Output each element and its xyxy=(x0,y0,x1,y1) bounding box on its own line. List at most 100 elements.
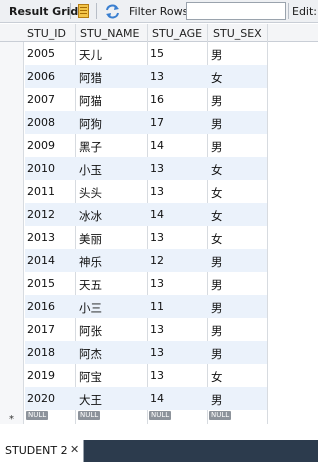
cell-stu-name[interactable]: 神乐 xyxy=(79,254,102,270)
cell-stu-name[interactable]: 阿宝 xyxy=(79,369,102,385)
column-header-row: STU_ID STU_NAME STU_AGE STU_SEX xyxy=(0,24,318,42)
column-header-stu-age[interactable]: STU_AGE xyxy=(152,27,202,40)
cell-stu-age[interactable]: 12 xyxy=(150,254,164,267)
table-row[interactable]: 2015 天五 13 男 xyxy=(25,272,267,295)
table-row[interactable]: 2011 头头 13 女 xyxy=(25,180,267,203)
table-row[interactable]: 2016 小三 11 男 xyxy=(25,295,267,318)
cell-stu-age[interactable]: 13 xyxy=(150,277,164,290)
cell-stu-name[interactable]: 阿狗 xyxy=(79,116,102,132)
null-badge[interactable]: NULL xyxy=(78,411,101,420)
cell-stu-sex[interactable]: 男 xyxy=(211,277,223,293)
cell-stu-name[interactable]: 阿猫 xyxy=(79,93,102,109)
cell-stu-id[interactable]: 2008 xyxy=(27,116,55,129)
result-tab-bar: STUDENT 2 ✕ xyxy=(0,440,318,462)
table-row[interactable]: 2013 美丽 13 女 xyxy=(25,226,267,249)
null-badge[interactable]: NULL xyxy=(149,411,172,420)
table-row[interactable]: 2017 阿张 13 男 xyxy=(25,318,267,341)
cell-stu-age[interactable]: 14 xyxy=(150,392,164,405)
cell-stu-name[interactable]: 小玉 xyxy=(79,162,102,178)
cell-stu-sex[interactable]: 男 xyxy=(211,47,223,63)
cell-stu-id[interactable]: 2006 xyxy=(27,70,55,83)
column-header-stu-name[interactable]: STU_NAME xyxy=(80,27,139,40)
grid-icon[interactable] xyxy=(78,4,89,18)
cell-stu-sex[interactable]: 男 xyxy=(211,392,223,408)
table-row[interactable]: 2020 大王 14 男 xyxy=(25,387,267,410)
table-row[interactable]: 2014 神乐 12 男 xyxy=(25,249,267,272)
cell-stu-id[interactable]: 2019 xyxy=(27,369,55,382)
cell-stu-age[interactable]: 13 xyxy=(150,346,164,359)
cell-stu-id[interactable]: 2011 xyxy=(27,185,55,198)
close-icon[interactable]: ✕ xyxy=(70,443,79,456)
cell-stu-age[interactable]: 13 xyxy=(150,323,164,336)
table-row[interactable]: 2018 阿杰 13 男 xyxy=(25,341,267,364)
table-row[interactable]: 2007 阿猫 16 男 xyxy=(25,88,267,111)
new-row[interactable]: NULL NULL NULL NULL xyxy=(25,410,267,422)
table-row[interactable]: 2019 阿宝 13 女 xyxy=(25,364,267,387)
cell-stu-sex[interactable]: 女 xyxy=(211,208,223,224)
cell-stu-age[interactable]: 13 xyxy=(150,231,164,244)
cell-stu-sex[interactable]: 女 xyxy=(211,70,223,86)
column-header-stu-sex[interactable]: STU_SEX xyxy=(213,27,262,40)
cell-stu-sex[interactable]: 女 xyxy=(211,185,223,201)
cell-stu-age[interactable]: 15 xyxy=(150,47,164,60)
cell-stu-name[interactable]: 美丽 xyxy=(79,231,102,247)
cell-stu-age[interactable]: 13 xyxy=(150,162,164,175)
cell-stu-name[interactable]: 冰冰 xyxy=(79,208,102,224)
cell-stu-id[interactable]: 2014 xyxy=(27,254,55,267)
column-header-stu-id[interactable]: STU_ID xyxy=(27,27,66,40)
cell-stu-id[interactable]: 2016 xyxy=(27,300,55,313)
table-row[interactable]: 2006 阿猎 13 女 xyxy=(25,65,267,88)
cell-stu-age[interactable]: 17 xyxy=(150,116,164,129)
cell-stu-id[interactable]: 2005 xyxy=(27,47,55,60)
cell-stu-name[interactable]: 阿猎 xyxy=(79,70,102,86)
cell-stu-sex[interactable]: 男 xyxy=(211,300,223,316)
cell-stu-age[interactable]: 11 xyxy=(150,300,164,313)
cell-stu-sex[interactable]: 女 xyxy=(211,231,223,247)
cell-stu-name[interactable]: 天儿 xyxy=(79,47,102,63)
filter-rows-input[interactable] xyxy=(186,2,286,20)
cell-stu-id[interactable]: 2020 xyxy=(27,392,55,405)
table-row[interactable]: 2005 天儿 15 男 xyxy=(25,42,267,65)
cell-stu-sex[interactable]: 男 xyxy=(211,254,223,270)
cell-stu-sex[interactable]: 男 xyxy=(211,346,223,362)
cell-stu-id[interactable]: 2015 xyxy=(27,277,55,290)
cell-stu-id[interactable]: 2017 xyxy=(27,323,55,336)
result-grid-label[interactable]: Result Grid xyxy=(9,5,78,18)
cell-stu-name[interactable]: 阿杰 xyxy=(79,346,102,362)
table-row[interactable]: 2009 黑子 14 男 xyxy=(25,134,267,157)
cell-stu-sex[interactable]: 男 xyxy=(211,323,223,339)
edit-label: Edit: xyxy=(292,5,318,18)
refresh-icon[interactable] xyxy=(104,3,121,20)
table-row[interactable]: 2008 阿狗 17 男 xyxy=(25,111,267,134)
cell-stu-name[interactable]: 阿张 xyxy=(79,323,102,339)
cell-stu-name[interactable]: 大王 xyxy=(79,392,102,408)
table-row[interactable]: 2012 冰冰 14 女 xyxy=(25,203,267,226)
cell-stu-age[interactable]: 16 xyxy=(150,93,164,106)
cell-stu-age[interactable]: 14 xyxy=(150,208,164,221)
cell-stu-name[interactable]: 天五 xyxy=(79,277,102,293)
null-badge[interactable]: NULL xyxy=(209,411,232,420)
cell-stu-age[interactable]: 13 xyxy=(150,369,164,382)
column-divider xyxy=(267,24,268,424)
cell-stu-name[interactable]: 黑子 xyxy=(79,139,102,155)
cell-stu-age[interactable]: 14 xyxy=(150,139,164,152)
cell-stu-id[interactable]: 2007 xyxy=(27,93,55,106)
cell-stu-sex[interactable]: 女 xyxy=(211,162,223,178)
cell-stu-sex[interactable]: 男 xyxy=(211,116,223,132)
cell-stu-age[interactable]: 13 xyxy=(150,70,164,83)
cell-stu-id[interactable]: 2013 xyxy=(27,231,55,244)
cell-stu-sex[interactable]: 男 xyxy=(211,139,223,155)
null-badge[interactable]: NULL xyxy=(26,411,49,420)
cell-stu-name[interactable]: 小三 xyxy=(79,300,102,316)
cell-stu-name[interactable]: 头头 xyxy=(79,185,102,201)
table-row[interactable]: 2010 小玉 13 女 xyxy=(25,157,267,180)
cell-stu-id[interactable]: 2018 xyxy=(27,346,55,359)
cell-stu-sex[interactable]: 男 xyxy=(211,93,223,109)
cell-stu-sex[interactable]: 女 xyxy=(211,369,223,385)
cell-stu-id[interactable]: 2010 xyxy=(27,162,55,175)
cell-stu-age[interactable]: 13 xyxy=(150,185,164,198)
tab-student-2[interactable]: STUDENT 2 ✕ xyxy=(0,440,84,462)
cell-stu-id[interactable]: 2012 xyxy=(27,208,55,221)
cell-stu-id[interactable]: 2009 xyxy=(27,139,55,152)
toolbar-separator xyxy=(70,3,71,19)
